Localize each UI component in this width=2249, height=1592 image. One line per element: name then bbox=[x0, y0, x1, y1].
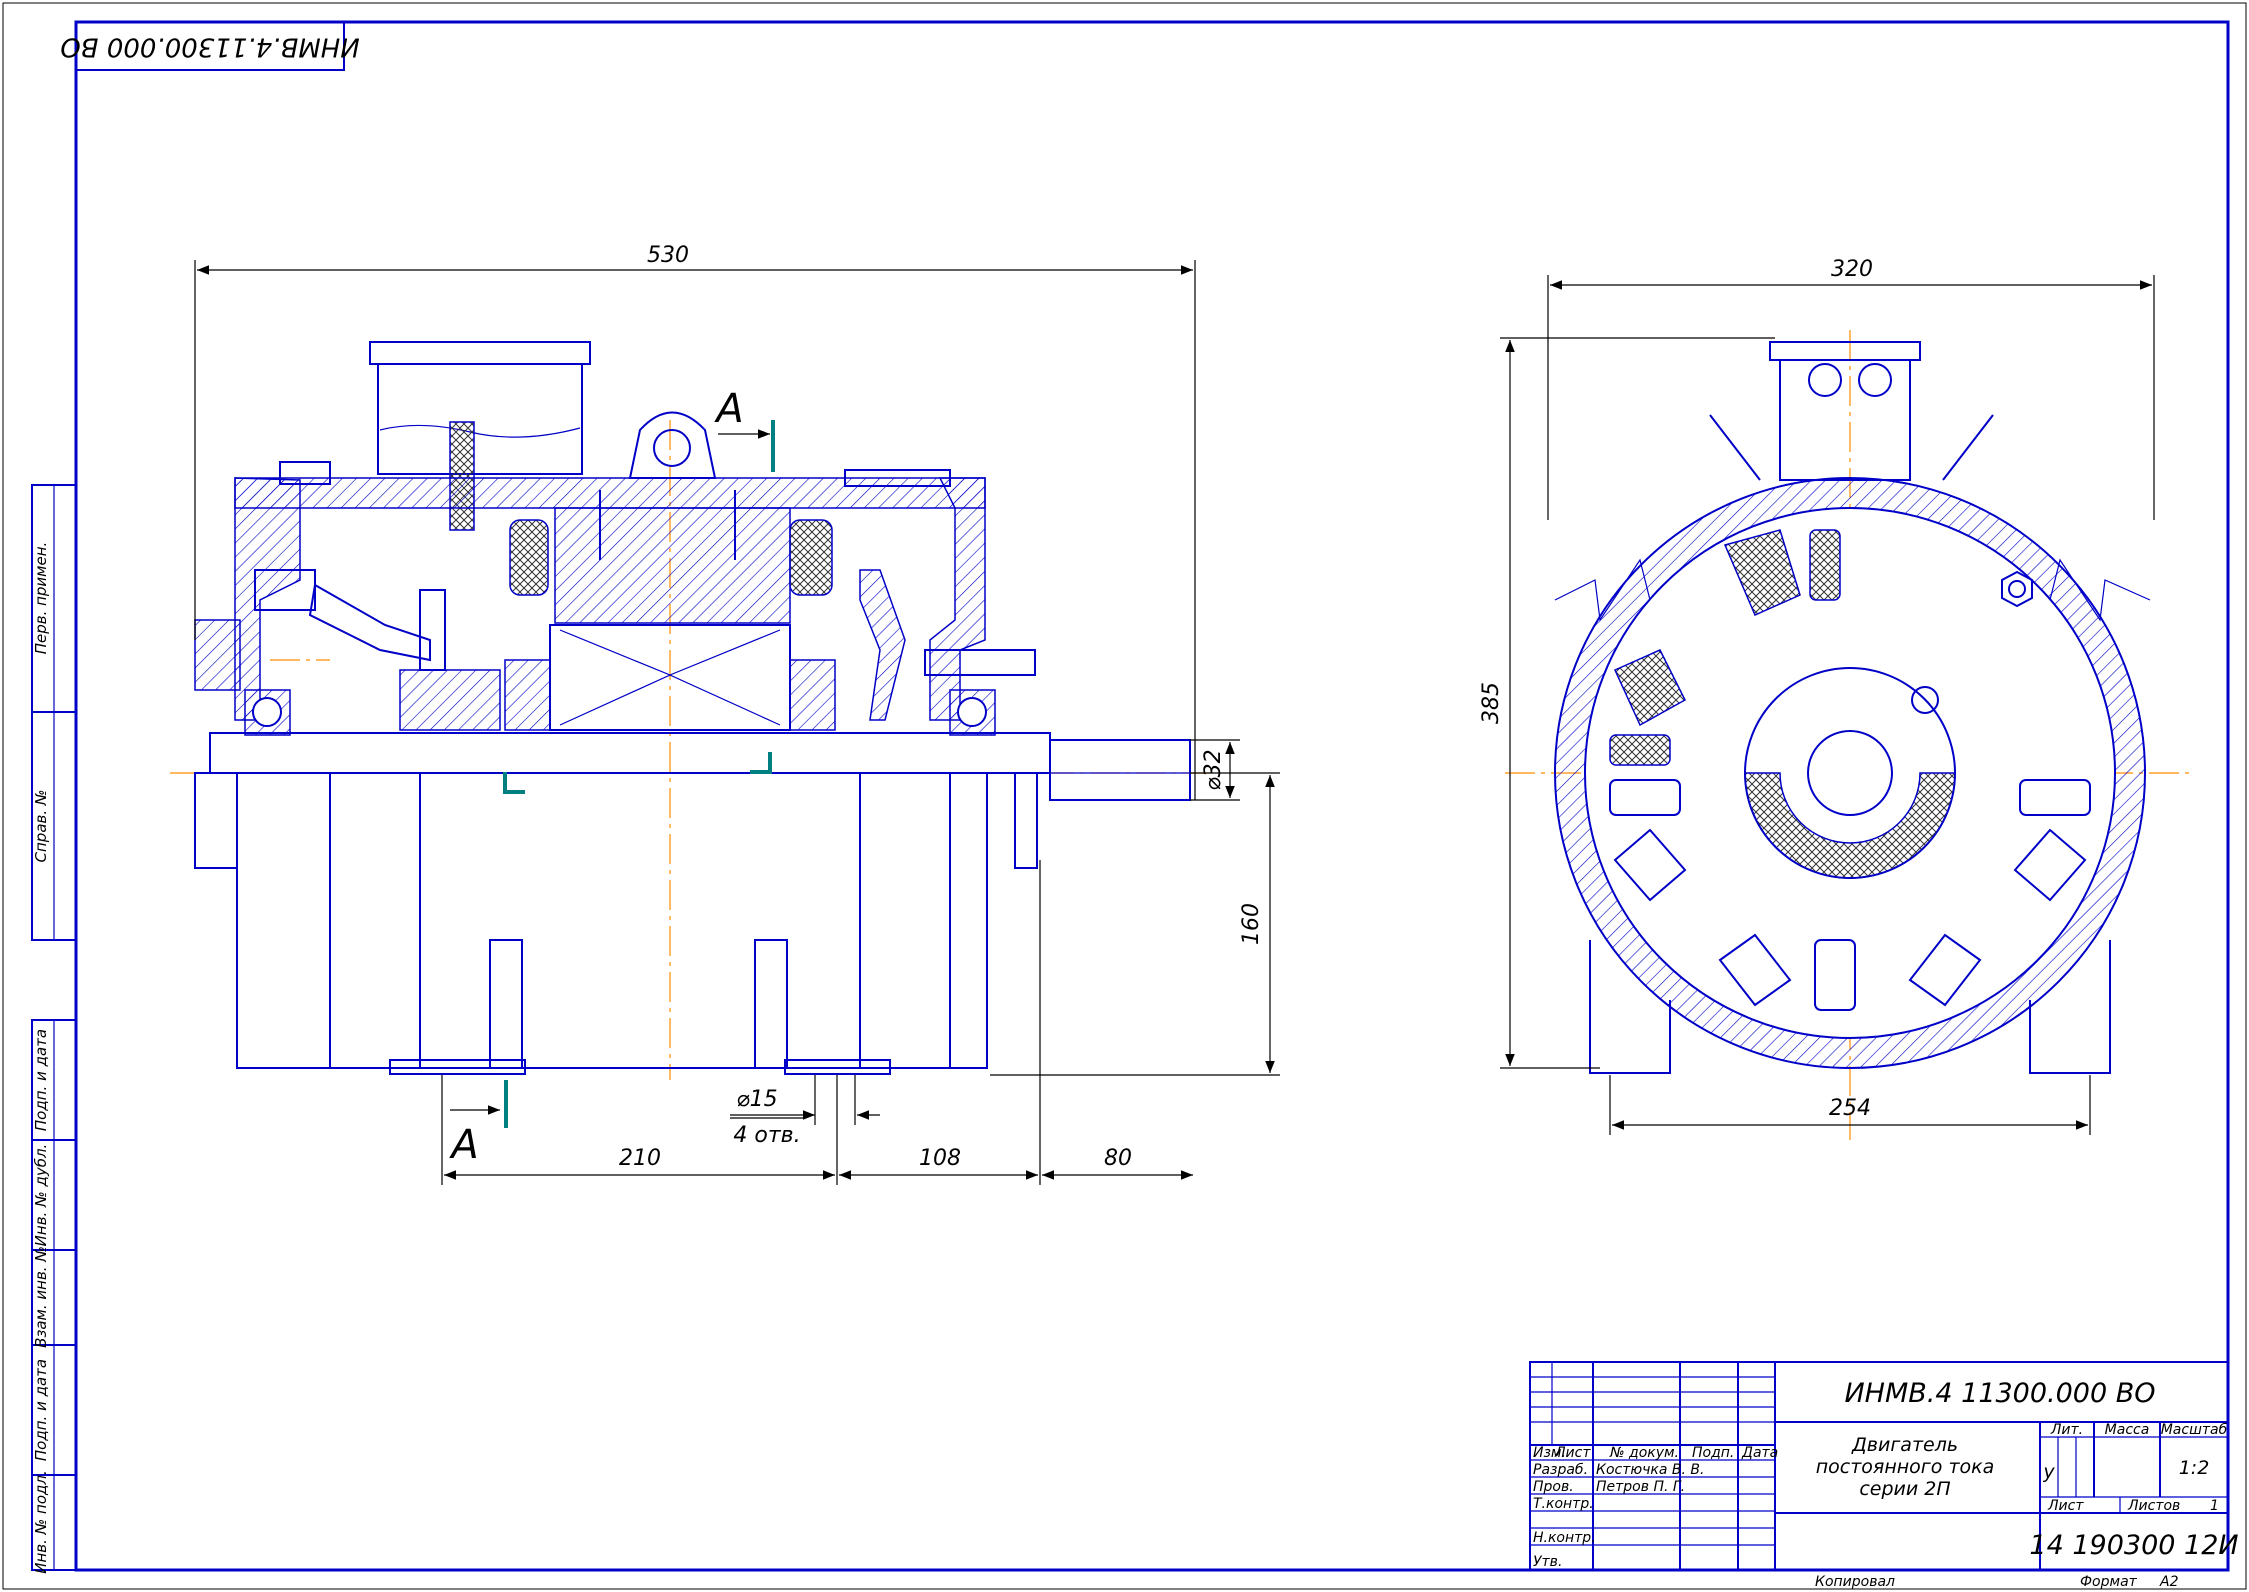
hdr-data: Дата bbox=[1741, 1445, 1778, 1461]
top-stamp: ИНМВ.4.11300.000 ВО bbox=[60, 21, 360, 71]
label-kopiroval: Копировал bbox=[1815, 1574, 1895, 1590]
end-section-view bbox=[1505, 330, 2195, 1140]
value-prov: Петров П. Г. bbox=[1596, 1479, 1685, 1495]
lifting-eye-hole bbox=[653, 429, 691, 467]
dim-80: 80 bbox=[1104, 1146, 1132, 1171]
label-lit: Лит. bbox=[2050, 1422, 2083, 1438]
section-letter-top: А bbox=[713, 386, 743, 432]
title-block: Изм. Лист № докум. Подп. Дата Разраб. Ко… bbox=[1529, 1361, 2239, 1590]
label-sheets: Листов bbox=[2127, 1498, 2180, 1514]
terminal-hole-right bbox=[1858, 363, 1892, 397]
terminal-hole-left bbox=[1808, 363, 1842, 397]
section-letter-bottom: А bbox=[448, 1122, 478, 1168]
label-massa: Масса bbox=[2105, 1422, 2150, 1438]
label-masshtab: Масштаб bbox=[2161, 1422, 2228, 1438]
value-scale: 1:2 bbox=[2179, 1457, 2210, 1479]
right-bearing-ball bbox=[957, 697, 987, 727]
designation: ИНМВ.4 11300.000 ВО bbox=[1844, 1378, 2155, 1409]
top-stamp-text: ИНМВ.4.11300.000 ВО bbox=[60, 32, 360, 62]
product-name-1: Двигатель bbox=[1851, 1434, 1958, 1456]
side-section-view bbox=[170, 341, 1210, 1128]
strip-label-5: Взам. инв. № bbox=[32, 1246, 50, 1348]
value-lit: у bbox=[2042, 1461, 2055, 1483]
label-sheet: Лист bbox=[2047, 1498, 2084, 1514]
product-name-3: серии 2П bbox=[1859, 1478, 1950, 1500]
label-utv: Утв. bbox=[1533, 1554, 1562, 1570]
value-sheets: 1 bbox=[2210, 1498, 2219, 1514]
dim-d15: ⌀15 bbox=[736, 1087, 777, 1112]
dim-320: 320 bbox=[1831, 257, 1873, 282]
side-strip: Перв. примен. Справ. № Подп. и дата Инв.… bbox=[31, 484, 77, 1574]
dim-385: 385 bbox=[1479, 682, 1504, 724]
label-format: Формат bbox=[2080, 1574, 2138, 1590]
left-bearing-ball bbox=[252, 697, 282, 727]
label-tkontr: Т.контр. bbox=[1533, 1496, 1594, 1512]
value-razrab: Костючка В. В. bbox=[1596, 1462, 1704, 1478]
strip-label-3: Подп. и дата bbox=[32, 1029, 50, 1131]
hdr-list: Лист bbox=[1554, 1445, 1591, 1461]
strip-label-1: Перв. примен. bbox=[32, 542, 50, 655]
product-name-2: постоянного тока bbox=[1816, 1456, 1995, 1478]
hdr-podp: Подп. bbox=[1692, 1445, 1734, 1461]
dim-d32: ⌀32 bbox=[1201, 749, 1226, 790]
label-prov: Пров. bbox=[1533, 1479, 1574, 1495]
dim-160: 160 bbox=[1239, 903, 1264, 945]
label-razrab: Разраб. bbox=[1533, 1462, 1588, 1478]
dim-108: 108 bbox=[919, 1146, 961, 1171]
drawing-sheet: ИНМВ.4.11300.000 ВО Перв. примен. Справ.… bbox=[2, 2, 2247, 1590]
dim-210: 210 bbox=[619, 1146, 661, 1171]
label-nkontr: Н.контр. bbox=[1533, 1530, 1596, 1546]
dim-254: 254 bbox=[1829, 1096, 1871, 1121]
strip-label-2: Справ. № bbox=[32, 790, 50, 863]
strip-label-7: Инв. № подл. bbox=[32, 1470, 50, 1573]
dim-holes: 4 отв. bbox=[733, 1123, 800, 1148]
strip-label-6: Подп. и дата bbox=[32, 1359, 50, 1461]
dim-530: 530 bbox=[647, 243, 689, 268]
organization: 14 190300 12И bbox=[2029, 1530, 2238, 1561]
hdr-ndoc: № докум. bbox=[1609, 1445, 1679, 1461]
strip-label-4: Инв. № дубл. bbox=[32, 1144, 50, 1247]
value-format: А2 bbox=[2159, 1574, 2179, 1590]
